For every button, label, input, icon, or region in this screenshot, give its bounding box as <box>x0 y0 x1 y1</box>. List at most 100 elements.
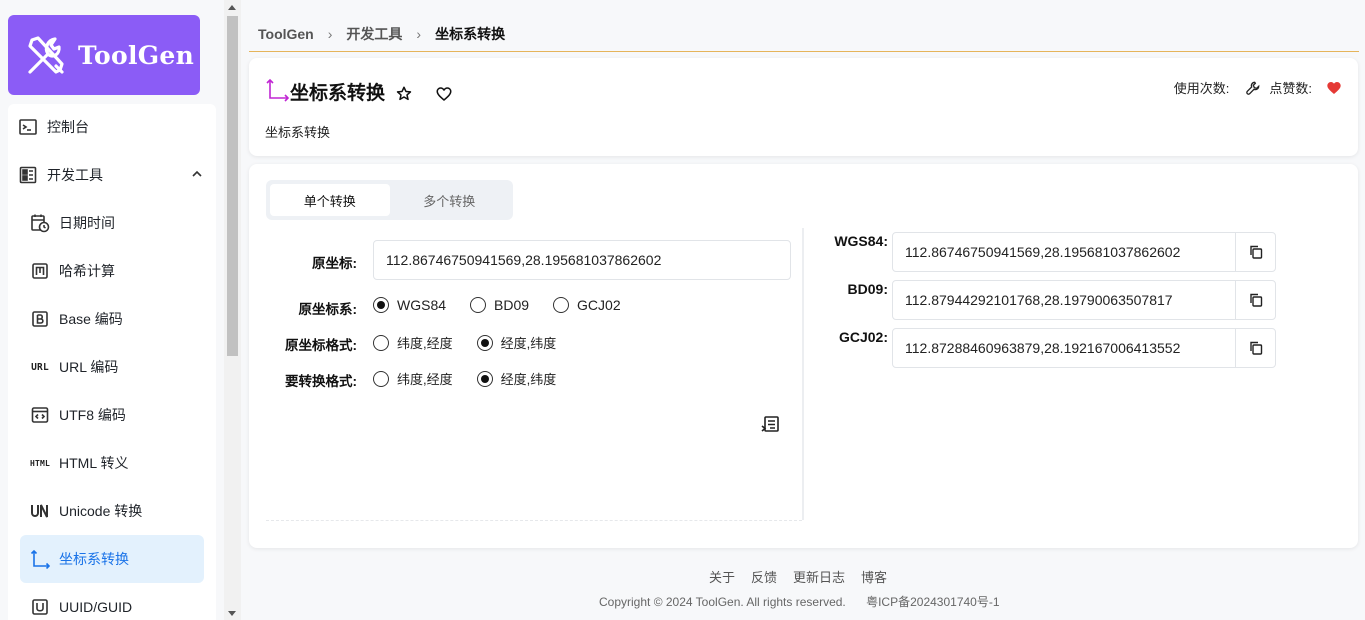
sidebar-item-label: 开发工具 <box>47 167 103 183</box>
sidebar: ToolGen 控制台 开发工具 日期时间 哈希计算 Base 编码 URL U… <box>0 0 224 620</box>
sidebar-nav: 控制台 开发工具 日期时间 哈希计算 Base 编码 URL URL 编码 UT… <box>8 104 216 620</box>
sidebar-item-console[interactable]: 控制台 <box>18 104 214 150</box>
mode-tabs: 单个转换 多个转换 <box>266 180 513 220</box>
tab-single[interactable]: 单个转换 <box>270 184 390 216</box>
breadcrumb-home[interactable]: ToolGen <box>258 26 314 42</box>
breadcrumb: ToolGen › 开发工具 › 坐标系转换 <box>258 24 505 44</box>
radio-wgs84[interactable]: WGS84 <box>373 297 446 313</box>
source-format-label: 原坐标格式: <box>285 338 357 353</box>
radio-gcj02[interactable]: GCJ02 <box>553 297 621 313</box>
star-icon[interactable] <box>395 85 413 103</box>
html-text-icon: HTML <box>29 458 51 468</box>
sidebar-scrollbar[interactable] <box>224 0 241 620</box>
radio-lng-lat[interactable]: 经度,纬度 <box>476 369 556 388</box>
radio-checked-icon <box>373 297 389 313</box>
result-bd09-value[interactable]: 112.87944292101768,28.19790063507817 <box>893 292 1235 308</box>
grid-icon <box>18 165 38 185</box>
source-system-label: 原坐标系: <box>298 302 358 317</box>
radio-lng-lat[interactable]: 经度,纬度 <box>476 333 556 352</box>
footer-link-feedback[interactable]: 反馈 <box>751 567 777 586</box>
tool-stats: 使用次数: 点赞数: <box>1174 78 1342 97</box>
source-coordinate-label: 原坐标: <box>312 256 357 271</box>
tab-multiple[interactable]: 多个转换 <box>390 184 510 216</box>
copy-icon <box>1249 293 1262 307</box>
radio-unchecked-icon <box>373 334 389 351</box>
breadcrumb-category[interactable]: 开发工具 <box>346 24 402 44</box>
like-count-label: 点赞数: <box>1269 81 1312 96</box>
sidebar-item-devtools[interactable]: 开发工具 <box>18 152 214 198</box>
sidebar-item-uuid[interactable]: UUID/GUID <box>20 584 204 620</box>
copy-button[interactable] <box>1235 233 1275 271</box>
input-panel-bottom-border <box>266 520 802 521</box>
source-format-radio-group: 纬度,经度 经度,纬度 <box>373 333 556 352</box>
sidebar-item-url[interactable]: URL URL 编码 <box>20 344 204 390</box>
source-coordinate-input[interactable]: 112.86746750941569,28.195681037862602 <box>373 240 791 280</box>
result-gcj02-field: 112.87288460963879,28.192167006413552 <box>892 328 1276 368</box>
sidebar-item-coordinate[interactable]: 坐标系转换 <box>20 535 204 583</box>
calendar-clock-icon <box>30 213 50 233</box>
sidebar-item-utf8[interactable]: UTF8 编码 <box>20 392 204 438</box>
sidebar-item-label: Base 编码 <box>59 311 123 327</box>
footer-links: 关于 反馈 更新日志 博客 <box>709 567 903 586</box>
terminal-icon <box>18 117 38 137</box>
icp-link[interactable]: 粤ICP备2024301740号-1 <box>866 595 999 609</box>
axis-icon <box>266 78 289 102</box>
breadcrumb-divider <box>249 51 1359 52</box>
axis-icon <box>30 549 50 569</box>
uuid-u-icon <box>30 597 50 617</box>
radio-bd09[interactable]: BD09 <box>470 297 529 313</box>
footer-link-blog[interactable]: 博客 <box>861 567 887 586</box>
sidebar-item-hash[interactable]: 哈希计算 <box>20 248 204 294</box>
scroll-down-arrow[interactable] <box>228 611 236 616</box>
result-wgs84-field: 112.86746750941569,28.195681037862602 <box>892 232 1276 272</box>
tool-description: 坐标系转换 <box>265 125 331 140</box>
wrench-icon <box>1246 81 1260 95</box>
logo-text: ToolGen <box>78 40 195 70</box>
convert-icon[interactable] <box>761 414 781 434</box>
target-format-label: 要转换格式: <box>285 374 357 389</box>
chevron-up-icon[interactable] <box>190 167 204 181</box>
copyright-text: Copyright © 2024 ToolGen. All rights res… <box>599 595 846 609</box>
radio-checked-icon <box>476 334 493 351</box>
breadcrumb-current: 坐标系转换 <box>435 26 506 42</box>
scroll-thumb[interactable] <box>227 16 238 356</box>
result-wgs84-value[interactable]: 112.86746750941569,28.195681037862602 <box>893 244 1235 260</box>
radio-lat-lng[interactable]: 纬度,经度 <box>373 369 453 388</box>
sidebar-item-label: UTF8 编码 <box>59 407 126 423</box>
chevron-right-icon: › <box>327 26 333 42</box>
column-divider[interactable] <box>802 228 804 520</box>
tools-icon <box>28 36 64 74</box>
sidebar-item-datetime[interactable]: 日期时间 <box>20 200 204 246</box>
target-format-radio-group: 纬度,经度 经度,纬度 <box>373 369 556 388</box>
footer-link-changelog[interactable]: 更新日志 <box>793 567 845 586</box>
sidebar-item-label: 坐标系转换 <box>59 551 129 567</box>
sidebar-item-label: Unicode 转换 <box>59 503 143 519</box>
copy-button[interactable] <box>1235 329 1275 367</box>
footer-link-about[interactable]: 关于 <box>709 567 735 586</box>
converter-card: 单个转换 多个转换 原坐标: 112.86746750941569,28.195… <box>249 164 1358 548</box>
code-window-icon <box>30 405 50 425</box>
sidebar-item-label: 控制台 <box>47 119 89 135</box>
sidebar-item-html[interactable]: HTML HTML 转义 <box>20 440 204 486</box>
logo[interactable]: ToolGen <box>8 15 200 95</box>
chevron-right-icon: › <box>416 26 422 42</box>
heart-filled-icon[interactable] <box>1326 80 1342 96</box>
result-bd09-field: 112.87944292101768,28.19790063507817 <box>892 280 1276 320</box>
sidebar-item-base[interactable]: Base 编码 <box>20 296 204 342</box>
sidebar-item-label: 日期时间 <box>59 215 115 231</box>
sidebar-item-label: HTML 转义 <box>59 455 129 471</box>
scroll-up-arrow[interactable] <box>228 5 236 10</box>
page-title: 坐标系转换 <box>290 83 386 104</box>
radio-lat-lng[interactable]: 纬度,经度 <box>373 333 453 352</box>
radio-unchecked-icon <box>470 297 487 313</box>
result-gcj02-value[interactable]: 112.87288460963879,28.192167006413552 <box>893 340 1235 356</box>
radio-unchecked-icon <box>373 370 389 387</box>
sidebar-item-label: URL 编码 <box>59 359 119 375</box>
unicode-icon <box>30 501 50 521</box>
sidebar-item-unicode[interactable]: Unicode 转换 <box>20 488 204 534</box>
source-system-radio-group: WGS84 BD09 GCJ02 <box>373 297 621 313</box>
copy-button[interactable] <box>1235 281 1275 319</box>
result-bd09-label: BD09: <box>847 281 888 297</box>
heart-outline-icon[interactable] <box>435 85 453 103</box>
sidebar-item-label: UUID/GUID <box>59 599 133 615</box>
